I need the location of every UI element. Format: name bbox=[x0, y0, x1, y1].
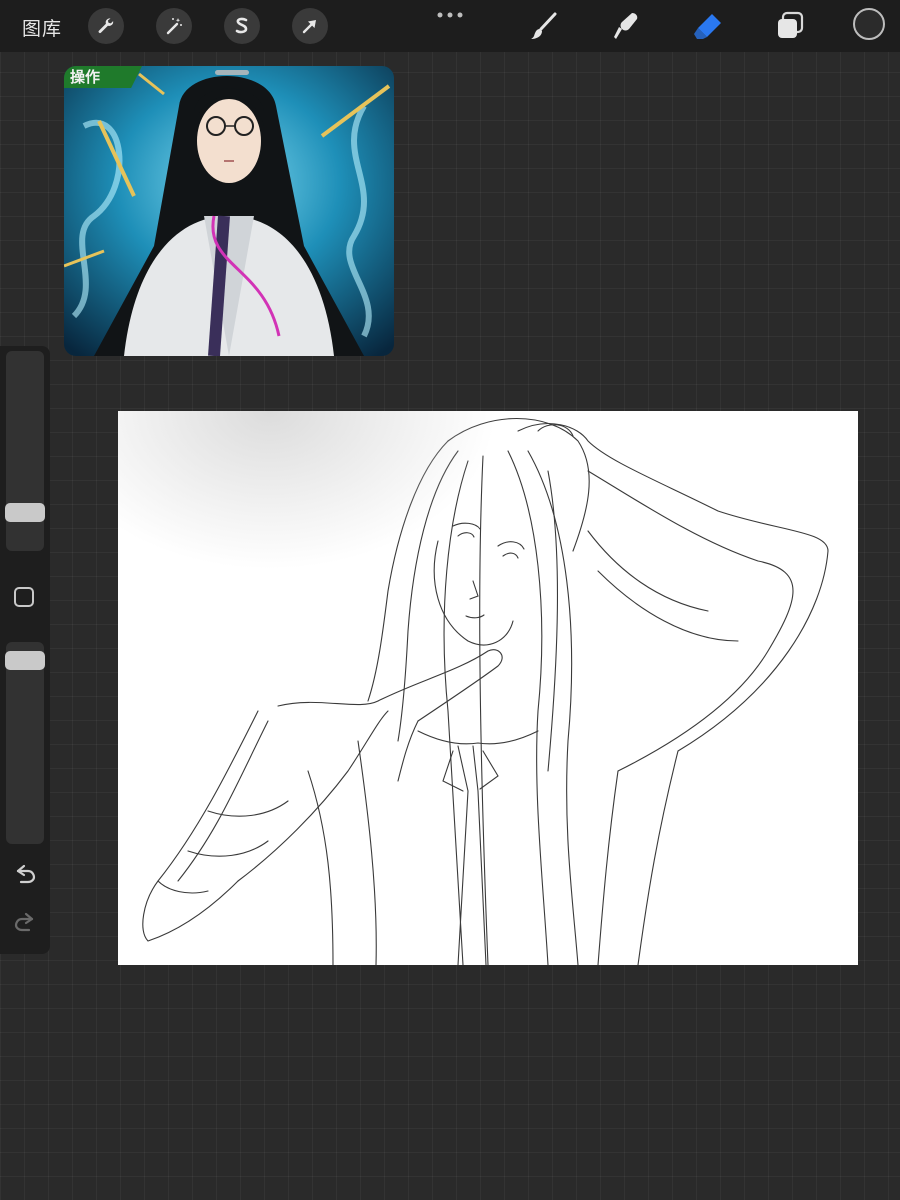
square-modify-icon[interactable] bbox=[14, 587, 34, 607]
reference-banner: 操作 bbox=[64, 66, 142, 88]
reference-window[interactable]: 操作 bbox=[64, 66, 394, 356]
color-picker-button[interactable] bbox=[853, 8, 885, 40]
selection-s-icon bbox=[235, 17, 248, 34]
adjustments-button[interactable] bbox=[156, 8, 192, 44]
transform-button[interactable] bbox=[292, 8, 328, 44]
selection-button[interactable] bbox=[224, 8, 260, 44]
top-toolbar: 图库 bbox=[0, 0, 900, 52]
eraser-icon[interactable] bbox=[692, 10, 724, 42]
brush-opacity-slider[interactable] bbox=[6, 642, 44, 844]
magic-wand-icon bbox=[166, 18, 182, 35]
wrench-icon bbox=[98, 18, 114, 34]
gallery-button[interactable]: 图库 bbox=[22, 14, 62, 41]
redo-arrow-icon[interactable] bbox=[12, 910, 38, 936]
side-toolbar bbox=[0, 346, 50, 954]
drawing-canvas[interactable] bbox=[118, 411, 858, 965]
brush-icon[interactable] bbox=[528, 10, 560, 42]
actions-button[interactable] bbox=[88, 8, 124, 44]
canvas-shading bbox=[118, 411, 498, 571]
more-dots-icon[interactable] bbox=[436, 10, 464, 20]
undo-arrow-icon[interactable] bbox=[12, 862, 38, 888]
brush-opacity-thumb[interactable] bbox=[5, 651, 45, 671]
smudge-icon[interactable] bbox=[610, 10, 642, 42]
brush-size-thumb[interactable] bbox=[5, 503, 45, 523]
reference-image bbox=[64, 66, 394, 356]
reference-drag-handle[interactable] bbox=[215, 70, 249, 75]
layers-icon[interactable] bbox=[774, 10, 806, 42]
arrow-cursor-icon bbox=[302, 20, 316, 34]
